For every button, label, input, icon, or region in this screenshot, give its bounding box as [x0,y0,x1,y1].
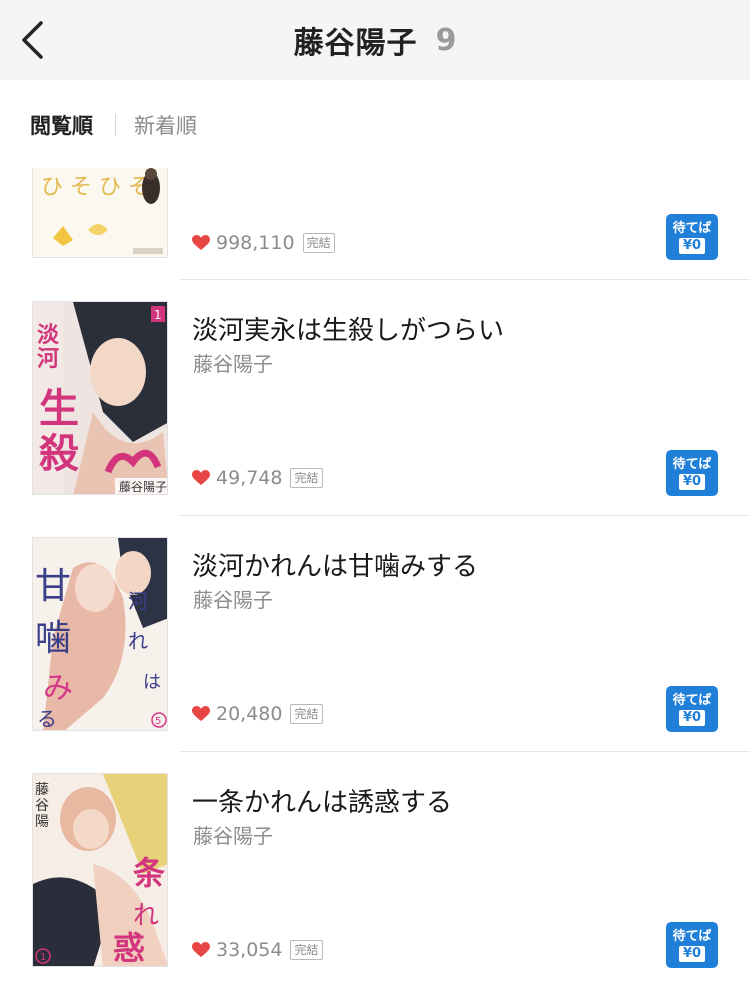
svg-text:ひ そ ひ そ: ひ そ ひ そ [41,175,150,200]
wait-free-label: 待てば [672,928,712,944]
svg-text:生: 生 [39,386,79,432]
svg-text:藤谷陽子: 藤谷陽子 [119,480,167,494]
heart-icon [192,706,210,721]
wait-free-price: ¥0 [678,709,706,726]
author-title: 藤谷陽子 [293,26,418,61]
wait-free-label: 待てば [672,456,712,472]
book-author[interactable]: 藤谷陽子 [193,348,273,377]
svg-text:惑: 惑 [113,929,145,967]
svg-text:は: は [143,672,161,693]
svg-text:み: み [43,671,73,706]
book-cover[interactable]: 藤 谷 陽 条 れ 惑 1 [32,773,168,967]
book-count: 9 [435,22,457,58]
svg-text:1: 1 [40,952,46,963]
svg-text:る: る [37,707,57,731]
back-button[interactable] [14,18,50,62]
completed-badge: 完結 [290,468,323,488]
svg-text:れ: れ [133,901,159,931]
book-item[interactable]: ひ そ ひ そ 998,110 完結 待てば ¥0 [0,160,750,280]
wait-free-badge[interactable]: 待てば ¥0 [666,450,718,496]
like-count: 33,054 [216,939,283,961]
svg-text:谷: 谷 [35,798,49,814]
book-meta: 49,748 完結 [192,465,323,491]
book-item[interactable]: 藤 谷 陽 条 れ 惑 1 一条かれんは誘惑する 藤谷陽子 33,054 完結 … [0,752,750,987]
wait-free-price: ¥0 [678,473,706,490]
svg-text:淡: 淡 [37,323,60,348]
sort-by-views-tab[interactable]: 閲覧順 [30,110,93,140]
book-cover[interactable]: 甘 噛 み る 河 れ は 5 [32,537,168,731]
wait-free-badge[interactable]: 待てば ¥0 [666,686,718,732]
book-cover[interactable]: 淡 河 生 殺 1 藤谷陽子 [32,301,168,495]
heart-icon [192,235,210,250]
completed-badge: 完結 [290,704,323,724]
wait-free-badge[interactable]: 待てば ¥0 [666,922,718,968]
like-count: 998,110 [216,232,295,254]
like-count: 20,480 [216,703,283,725]
book-author[interactable]: 藤谷陽子 [193,820,273,849]
book-title[interactable]: 淡河実永は生殺しがつらい [192,310,504,347]
svg-text:1: 1 [154,308,162,322]
wait-free-badge[interactable]: 待てば ¥0 [666,214,718,260]
book-meta: 33,054 完結 [192,937,323,963]
wait-free-price: ¥0 [678,945,706,962]
book-item[interactable]: 淡 河 生 殺 1 藤谷陽子 淡河実永は生殺しがつらい 藤谷陽子 49,748 … [0,280,750,516]
wait-free-price: ¥0 [678,237,706,254]
svg-text:れ: れ [128,629,148,653]
heart-icon [192,470,210,485]
book-item[interactable]: 甘 噛 み る 河 れ は 5 淡河かれんは甘噛みする 藤谷陽子 20,480 … [0,516,750,752]
svg-text:噛: 噛 [35,618,71,659]
svg-text:藤: 藤 [35,782,49,798]
book-author[interactable]: 藤谷陽子 [193,584,273,613]
svg-text:陽: 陽 [35,814,49,830]
book-cover[interactable]: ひ そ ひ そ [32,168,168,258]
wait-free-label: 待てば [672,692,712,708]
book-list: ひ そ ひ そ 998,110 完結 待てば ¥0 淡 河 生 殺 1 藤谷陽子… [0,160,750,987]
like-count: 49,748 [216,467,283,489]
top-header: 藤谷陽子 9 [0,0,750,80]
wait-free-label: 待てば [672,220,712,236]
heart-icon [192,942,210,957]
book-meta: 20,480 完結 [192,701,323,727]
sort-divider [115,114,116,136]
sort-by-newest-tab[interactable]: 新着順 [134,110,197,140]
svg-text:殺: 殺 [39,431,79,477]
book-title[interactable]: 一条かれんは誘惑する [192,782,452,819]
svg-text:5: 5 [155,716,161,727]
back-chevron-icon [22,21,43,59]
book-meta: 998,110 完結 [192,230,335,256]
completed-badge: 完結 [302,233,335,253]
svg-text:条: 条 [133,854,165,892]
book-title[interactable]: 淡河かれんは甘噛みする [192,546,478,583]
svg-text:甘: 甘 [35,566,71,607]
sort-bar: 閲覧順 新着順 [0,100,750,150]
svg-text:河: 河 [37,347,59,372]
svg-text:河: 河 [128,589,148,613]
completed-badge: 完結 [290,940,323,960]
